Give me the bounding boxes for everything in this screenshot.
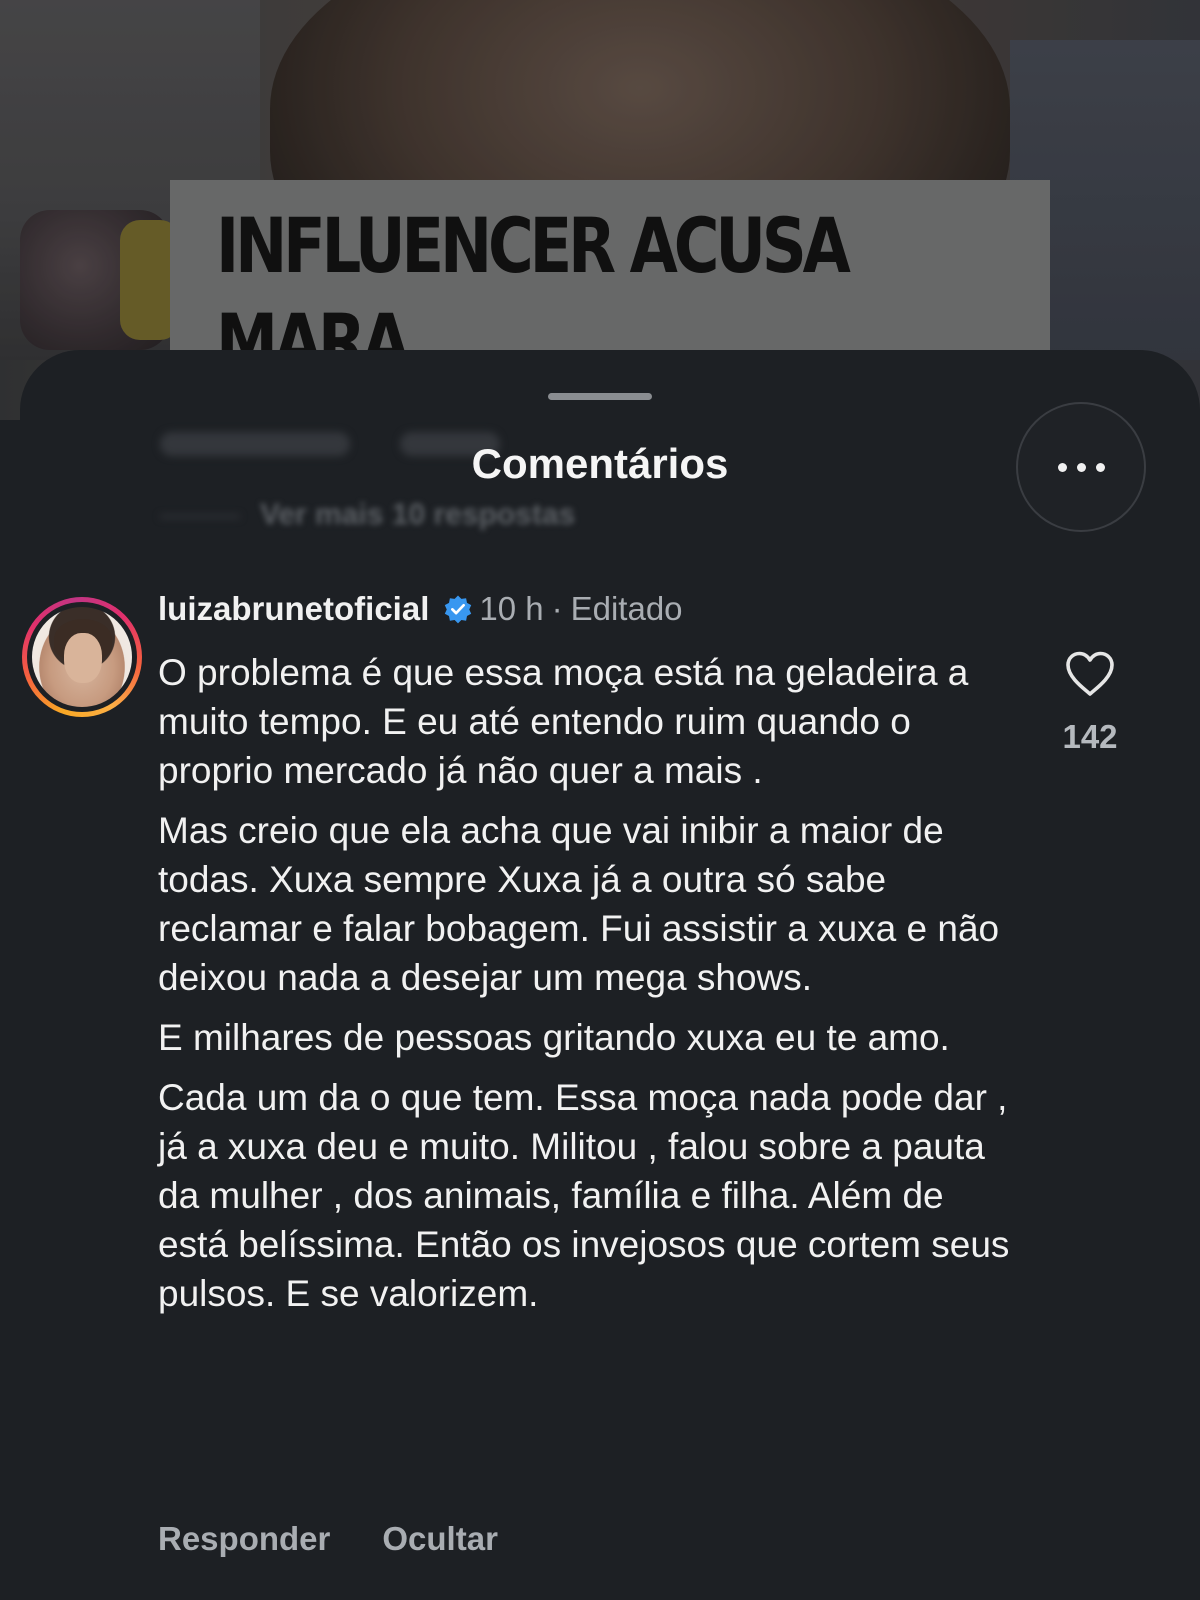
- like-count: 142: [1062, 718, 1118, 755]
- avatar-face: [64, 633, 102, 683]
- comment-actions: Responder Ocultar: [158, 1520, 498, 1558]
- ellipsis-icon: [1076, 462, 1086, 472]
- comment-paragraph: O problema é que essa moça está na gelad…: [158, 652, 969, 791]
- screen: INFLUENCER ACUSA MARA MARAVILHA DE ESPAL…: [0, 0, 1200, 1600]
- like-area: 142: [1050, 650, 1130, 756]
- avatar-gap: [27, 602, 137, 712]
- blurred-thread-line: [160, 515, 240, 518]
- sheet-grabber[interactable]: [548, 393, 652, 400]
- comment-text: O problema é que essa moça está na gelad…: [158, 648, 1018, 1329]
- comment-paragraph: E milhares de pessoas gritando xuxa eu t…: [158, 1017, 950, 1058]
- heart-icon[interactable]: [1064, 650, 1116, 698]
- comment-meta-separator: ·: [551, 590, 563, 627]
- sheet-title: Comentários: [471, 440, 729, 487]
- comment-time: 10 h: [479, 590, 544, 627]
- avatar[interactable]: [22, 597, 142, 717]
- more-options-button[interactable]: [1016, 402, 1146, 532]
- comment-paragraph: Cada um da o que tem. Essa moça nada pod…: [158, 1077, 1010, 1314]
- comment-edited-label: Editado: [570, 590, 683, 627]
- comment-paragraph: Mas creio que ela acha que vai inibir a …: [158, 810, 1000, 998]
- verified-badge-icon: [445, 595, 472, 624]
- comment-header: luizabrunetoficial 10 h · Editado: [158, 590, 683, 628]
- hide-button[interactable]: Ocultar: [382, 1520, 498, 1558]
- avatar-image: [32, 607, 132, 707]
- ellipsis-icon: [1095, 462, 1105, 472]
- comments-sheet: Ver mais 10 respostas Comentários luizab…: [20, 350, 1200, 1600]
- blurred-view-more-replies: Ver mais 10 respostas: [260, 498, 576, 531]
- comment-username[interactable]: luizabrunetoficial: [158, 590, 429, 628]
- ellipsis-icon: [1057, 462, 1067, 472]
- reply-button[interactable]: Responder: [158, 1520, 330, 1558]
